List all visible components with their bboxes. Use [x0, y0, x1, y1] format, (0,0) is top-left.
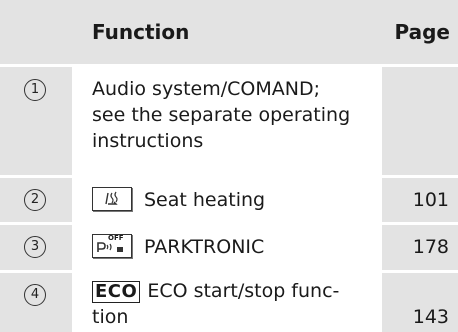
- row-1-line-3: instructions: [92, 130, 204, 152]
- row-4-function-cell: ECO ECO start/stop func- tion: [72, 273, 382, 332]
- row-4-line-2: tion: [92, 306, 129, 328]
- row-4-page-cell: 143: [382, 273, 458, 332]
- row-1-number: 1: [24, 79, 46, 101]
- row-3-number-cell: 3: [0, 225, 72, 270]
- row-4-number: 4: [24, 284, 46, 306]
- row-1-function-cell: Audio system/COMAND; see the separate op…: [72, 67, 382, 175]
- page-column-header: Page: [394, 20, 451, 44]
- row-3-description: OFF PARKTRONIC: [92, 233, 374, 260]
- row-3-page: 178: [412, 236, 449, 258]
- header-function-cell: Function: [72, 0, 382, 64]
- row-2-description: Seat heating: [92, 186, 374, 213]
- function-table: Function Page 1 Audio system/COMAND; see…: [0, 0, 458, 332]
- row-1-description: Audio system/COMAND; see the separate op…: [92, 76, 374, 154]
- header-number-cell: [0, 0, 72, 64]
- row-1-number-cell: 1: [0, 67, 72, 175]
- function-column-header: Function: [92, 20, 190, 44]
- row-3-number: 3: [24, 236, 46, 258]
- row-3-function-cell: OFF PARKTRONIC: [72, 225, 382, 270]
- row-4-page: 143: [412, 306, 449, 328]
- eco-button-icon: ECO: [92, 281, 141, 303]
- row-2-number: 2: [24, 189, 46, 211]
- parktronic-off-icon: OFF: [92, 233, 132, 258]
- row-4-line-1: ECO start/stop func-: [147, 280, 340, 302]
- row-2-text: Seat heating: [144, 189, 266, 211]
- row-2-function-cell: Seat heating: [72, 178, 382, 222]
- row-4-number-cell: 4: [0, 273, 72, 332]
- seat-heating-icon: [92, 186, 132, 211]
- header-page-cell: Page: [382, 0, 458, 64]
- row-2-page: 101: [412, 189, 449, 211]
- row-2-number-cell: 2: [0, 178, 72, 222]
- row-1-line-1: Audio system/COMAND;: [92, 78, 320, 100]
- row-2-page-cell: 101: [382, 178, 458, 222]
- row-4-description: ECO ECO start/stop func- tion: [92, 278, 374, 330]
- row-1-page-cell: [382, 67, 458, 175]
- row-1-line-2: see the separate operating: [92, 104, 351, 126]
- row-3-page-cell: 178: [382, 225, 458, 270]
- row-3-text: PARKTRONIC: [144, 236, 265, 258]
- row-4-line-1-wrap: ECO ECO start/stop func-: [92, 278, 374, 304]
